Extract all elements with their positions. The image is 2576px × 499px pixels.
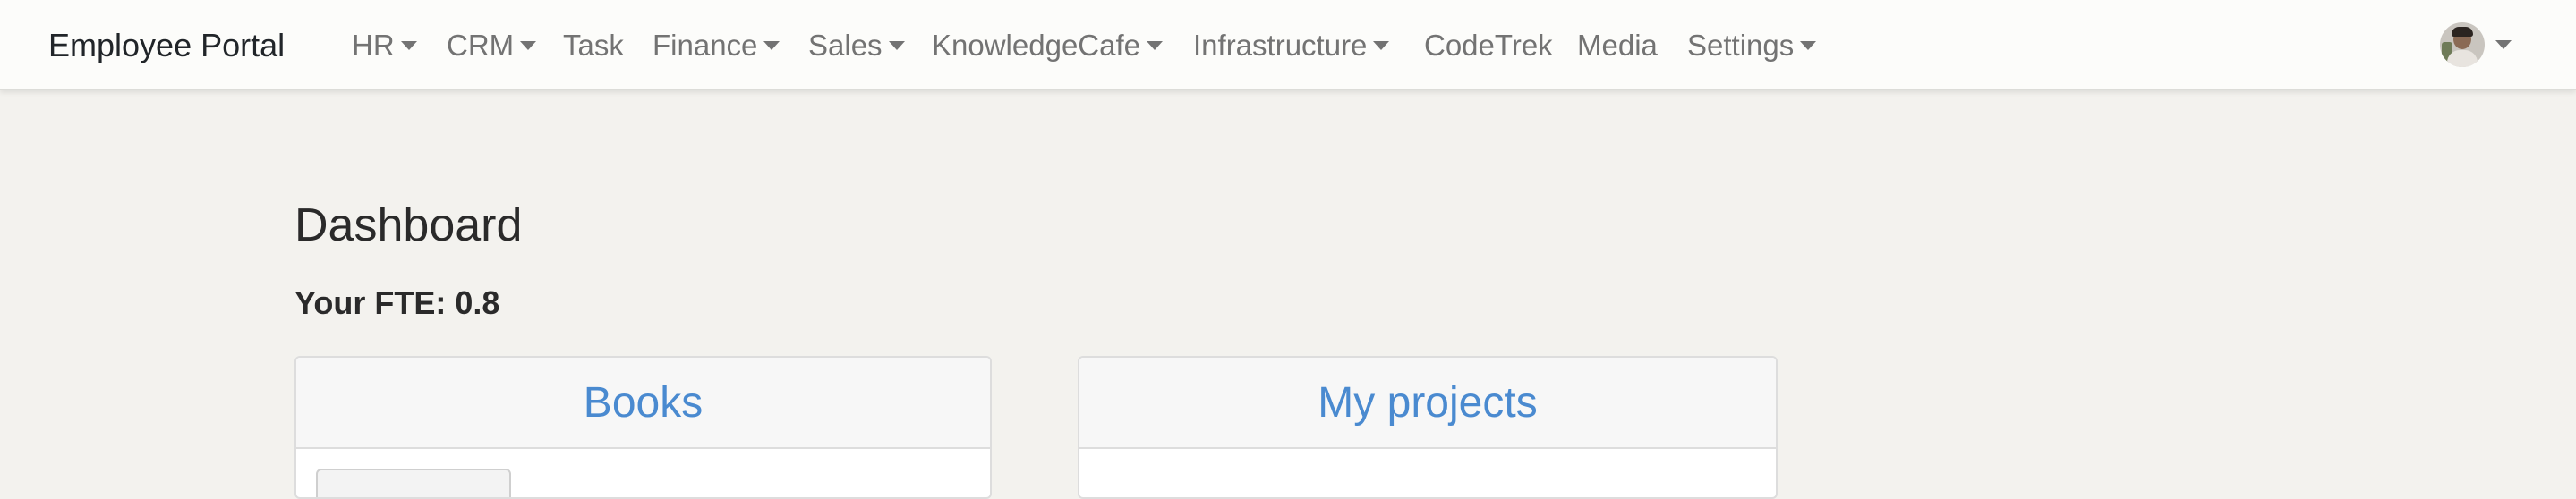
nav-infrastructure[interactable]: Infrastructure — [1193, 0, 1390, 90]
nav-finance[interactable]: Finance — [653, 0, 780, 90]
page-title: Dashboard — [294, 199, 523, 251]
fte-value: Your FTE: 0.8 — [294, 284, 500, 321]
nav-media[interactable]: Media — [1577, 0, 1658, 90]
books-card-title[interactable]: Books — [584, 378, 703, 427]
caret-down-icon[interactable] — [2495, 40, 2512, 49]
nav-knowledgecafe-label: KnowledgeCafe — [932, 28, 1140, 62]
nav-settings-label: Settings — [1687, 28, 1795, 62]
projects-card-title[interactable]: My projects — [1318, 378, 1537, 427]
nav-sales-label: Sales — [808, 28, 883, 62]
caret-down-icon — [1800, 40, 1817, 50]
caret-down-icon — [763, 40, 780, 50]
nav-task-label: Task — [563, 28, 624, 62]
nav-task[interactable]: Task — [563, 0, 624, 90]
books-card-button[interactable] — [316, 469, 511, 497]
top-navbar: Employee Portal HR CRM Task Finance Sale… — [0, 0, 2576, 90]
nav-crm[interactable]: CRM — [447, 0, 537, 90]
nav-infrastructure-label: Infrastructure — [1193, 28, 1368, 62]
caret-down-icon — [1147, 40, 1163, 50]
caret-down-icon — [520, 40, 537, 50]
nav-knowledgecafe[interactable]: KnowledgeCafe — [932, 0, 1163, 90]
nav-codetrek[interactable]: CodeTrek — [1424, 0, 1553, 90]
nav-finance-label: Finance — [653, 28, 758, 62]
caret-down-icon — [888, 40, 905, 50]
projects-card-header: My projects — [1079, 358, 1776, 449]
projects-card: My projects — [1078, 356, 1778, 499]
avatar[interactable] — [2440, 22, 2485, 67]
brand-link[interactable]: Employee Portal — [48, 0, 285, 90]
nav-media-label: Media — [1577, 28, 1658, 62]
user-menu[interactable] — [2440, 21, 2512, 68]
caret-down-icon — [400, 40, 417, 50]
books-card: Books — [294, 356, 992, 499]
caret-down-icon — [1373, 40, 1390, 50]
nav-hr-label: HR — [352, 28, 395, 62]
nav-settings[interactable]: Settings — [1687, 0, 1817, 90]
nav-hr[interactable]: HR — [352, 0, 417, 90]
nav-crm-label: CRM — [447, 28, 515, 62]
nav-sales[interactable]: Sales — [808, 0, 905, 90]
nav-codetrek-label: CodeTrek — [1424, 28, 1553, 62]
books-card-header: Books — [296, 358, 990, 449]
